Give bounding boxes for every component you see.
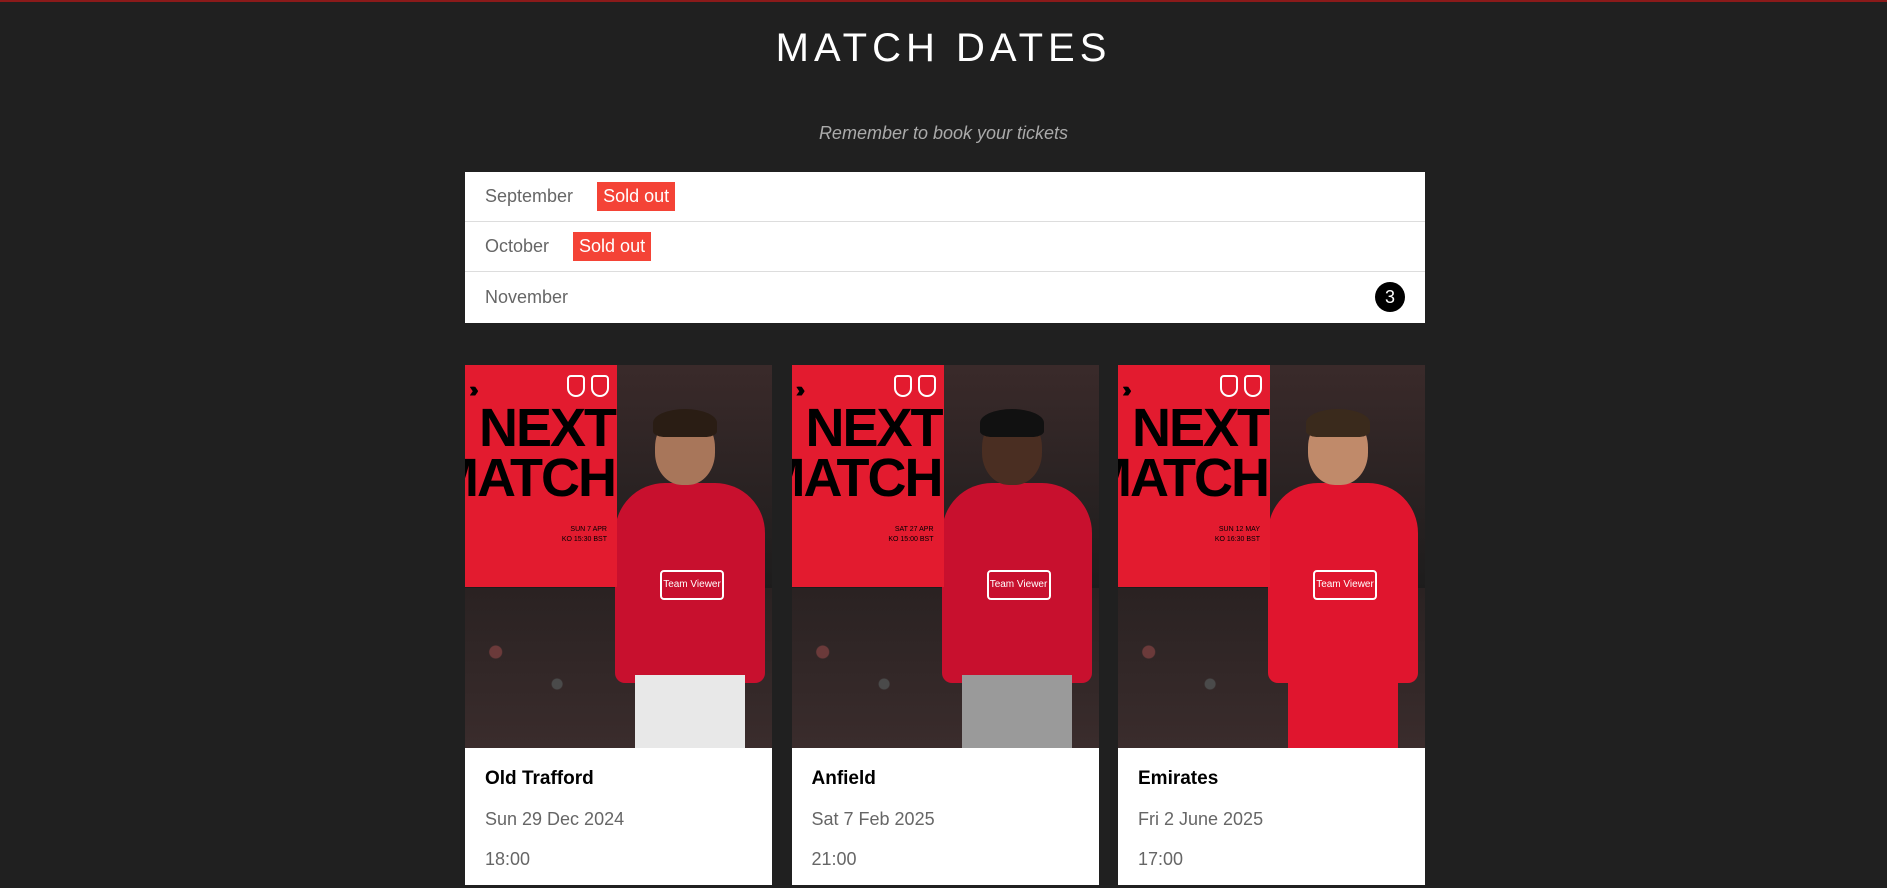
match-cards: Team Viewer ››› NEXT MATCH SUN 7 APR KO … [465, 365, 1425, 885]
chevrons-icon: ››› [469, 377, 479, 402]
match-poster: Team Viewer ››› NEXT MATCH SUN 7 APR KO … [465, 365, 772, 748]
sold-out-badge: Sold out [597, 182, 676, 211]
home-crest-icon [893, 375, 912, 397]
month-row-september[interactable]: September Sold out [465, 172, 1425, 222]
match-card[interactable]: Team Viewer ››› NEXT MATCH SAT 27 APR KO… [791, 365, 1099, 885]
sponsor-logo: Team Viewer [660, 570, 724, 600]
match-time: 21:00 [811, 849, 857, 869]
player-shorts [1288, 675, 1398, 748]
away-crest-icon [917, 375, 936, 397]
sponsor-logo: Team Viewer [986, 570, 1051, 600]
match-venue: Emirates [1138, 768, 1219, 789]
away-crest-icon [591, 375, 609, 397]
next-match-banner: ››› NEXT MATCH SAT 27 APR KO 15:00 BST [791, 365, 944, 587]
player-image: Team Viewer [941, 405, 1092, 748]
kickoff-info: SUN 7 APR KO 15:30 BST [561, 526, 607, 543]
match-venue: Anfield [811, 768, 876, 789]
match-card[interactable]: Team Viewer ››› NEXT MATCH SUN 12 MAY KO… [1118, 365, 1425, 885]
match-poster: Team Viewer ››› NEXT MATCH SAT 27 APR KO… [791, 365, 1099, 748]
page-subtitle: Remember to book your tickets [818, 123, 1069, 143]
month-label: October [485, 236, 550, 256]
chevrons-icon: ››› [795, 377, 806, 402]
match-date: Fri 2 June 2025 [1138, 809, 1264, 829]
sponsor-logo: Team Viewer [1313, 570, 1377, 600]
player-shorts [961, 675, 1072, 748]
club-crests [567, 375, 609, 397]
month-label: November [485, 287, 569, 307]
chevrons-icon: ››› [1122, 377, 1132, 402]
player-hair [1306, 409, 1370, 437]
page-title: MATCH DATES [775, 26, 1112, 70]
player-shorts [635, 675, 745, 748]
month-row-november[interactable]: November 3 [465, 272, 1425, 323]
home-crest-icon [1220, 375, 1238, 397]
match-time: 17:00 [1138, 849, 1184, 869]
match-date: Sun 29 Dec 2024 [485, 809, 625, 829]
match-date: Sat 7 Feb 2025 [811, 809, 935, 829]
month-label: September [485, 186, 574, 206]
next-match-banner: ››› NEXT MATCH SUN 7 APR KO 15:30 BST [465, 365, 617, 587]
next-match-banner: ››› NEXT MATCH SUN 12 MAY KO 16:30 BST [1118, 365, 1270, 587]
match-poster: Team Viewer ››› NEXT MATCH SUN 12 MAY KO… [1118, 365, 1425, 748]
headline: NEXT MATCH [1118, 398, 1270, 508]
match-time: 18:00 [485, 849, 531, 869]
count-badge: 3 [1375, 282, 1405, 312]
month-list: September Sold out October Sold out Nove… [465, 172, 1425, 323]
player-hair [979, 409, 1044, 437]
match-card[interactable]: Team Viewer ››› NEXT MATCH SUN 7 APR KO … [465, 365, 772, 885]
kickoff-info: SUN 12 MAY KO 16:30 BST [1214, 526, 1260, 543]
player-hair [653, 409, 717, 437]
away-crest-icon [1244, 375, 1262, 397]
club-crests [893, 375, 936, 397]
match-venue: Old Trafford [485, 768, 594, 789]
club-crests [1220, 375, 1262, 397]
month-row-october[interactable]: October Sold out [465, 222, 1425, 272]
headline: NEXT MATCH [792, 398, 944, 508]
player-image: Team Viewer [615, 405, 765, 748]
player-image: Team Viewer [1268, 405, 1418, 748]
kickoff-info: SAT 27 APR KO 15:00 BST [888, 526, 934, 543]
sold-out-badge: Sold out [573, 232, 652, 261]
home-crest-icon [567, 375, 585, 397]
headline: NEXT MATCH [465, 398, 617, 508]
